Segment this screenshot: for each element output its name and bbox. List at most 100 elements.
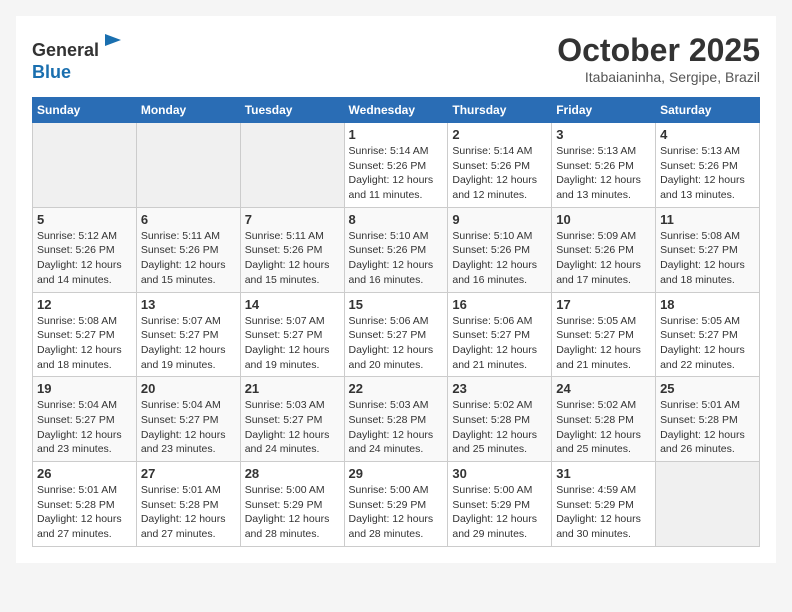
calendar-cell: 19 Sunrise: 5:04 AM Sunset: 5:27 PM Dayli… [33,377,137,462]
day-number: 13 [141,297,236,312]
day-number: 28 [245,466,340,481]
calendar: SundayMondayTuesdayWednesdayThursdayFrid… [32,97,760,547]
calendar-cell [136,123,240,208]
calendar-header-friday: Friday [552,98,656,123]
calendar-cell: 26 Sunrise: 5:01 AM Sunset: 5:28 PM Dayli… [33,462,137,547]
calendar-week-row: 26 Sunrise: 5:01 AM Sunset: 5:28 PM Dayli… [33,462,760,547]
day-number: 23 [452,381,547,396]
calendar-week-row: 19 Sunrise: 5:04 AM Sunset: 5:27 PM Dayli… [33,377,760,462]
day-info: Sunrise: 5:10 AM Sunset: 5:26 PM Dayligh… [452,229,547,288]
day-info: Sunrise: 5:00 AM Sunset: 5:29 PM Dayligh… [245,483,340,542]
calendar-week-row: 5 Sunrise: 5:12 AM Sunset: 5:26 PM Daylig… [33,207,760,292]
calendar-cell [656,462,760,547]
location: Itabaianinha, Sergipe, Brazil [557,69,760,85]
calendar-header-tuesday: Tuesday [240,98,344,123]
calendar-cell: 12Sunrise: 5:08 AM Sunset: 5:27 PM Dayli… [33,292,137,377]
day-info: Sunrise: 5:03 AM Sunset: 5:27 PM Dayligh… [245,398,340,457]
day-number: 31 [556,466,651,481]
calendar-cell: 31Sunrise: 4:59 AM Sunset: 5:29 PM Dayli… [552,462,656,547]
calendar-header-sunday: Sunday [33,98,137,123]
calendar-cell: 20Sunrise: 5:04 AM Sunset: 5:27 PM Dayli… [136,377,240,462]
day-number: 6 [141,212,236,227]
logo-general: General [32,40,99,60]
day-info: Sunrise: 5:07 AM Sunset: 5:27 PM Dayligh… [141,314,236,373]
logo-blue: Blue [32,62,71,82]
month-title: October 2025 [557,32,760,69]
day-number: 10 [556,212,651,227]
calendar-cell [33,123,137,208]
calendar-cell: 24 Sunrise: 5:02 AM Sunset: 5:28 PM Dayli… [552,377,656,462]
day-info: Sunrise: 5:14 AM Sunset: 5:26 PM Dayligh… [349,144,444,203]
day-info: Sunrise: 5:05 AM Sunset: 5:27 PM Dayligh… [660,314,755,373]
day-number: 8 [349,212,444,227]
day-number: 17 [556,297,651,312]
calendar-cell: 7Sunrise: 5:11 AM Sunset: 5:26 PM Daylig… [240,207,344,292]
calendar-body: 1 Sunrise: 5:14 AM Sunset: 5:26 PM Daylig… [33,123,760,547]
calendar-week-row: 1 Sunrise: 5:14 AM Sunset: 5:26 PM Daylig… [33,123,760,208]
calendar-cell: 17 Sunrise: 5:05 AM Sunset: 5:27 PM Dayli… [552,292,656,377]
calendar-cell: 4Sunrise: 5:13 AM Sunset: 5:26 PM Daylig… [656,123,760,208]
day-number: 14 [245,297,340,312]
calendar-header-row: SundayMondayTuesdayWednesdayThursdayFrid… [33,98,760,123]
calendar-cell: 22 Sunrise: 5:03 AM Sunset: 5:28 PM Dayli… [344,377,448,462]
day-info: Sunrise: 5:01 AM Sunset: 5:28 PM Dayligh… [660,398,755,457]
day-info: Sunrise: 5:09 AM Sunset: 5:26 PM Dayligh… [556,229,651,288]
day-number: 21 [245,381,340,396]
day-info: Sunrise: 5:00 AM Sunset: 5:29 PM Dayligh… [349,483,444,542]
day-info: Sunrise: 5:04 AM Sunset: 5:27 PM Dayligh… [37,398,132,457]
day-number: 18 [660,297,755,312]
calendar-cell: 30 Sunrise: 5:00 AM Sunset: 5:29 PM Dayli… [448,462,552,547]
calendar-header-saturday: Saturday [656,98,760,123]
logo-flag-icon [101,32,125,56]
day-info: Sunrise: 5:06 AM Sunset: 5:27 PM Dayligh… [452,314,547,373]
day-info: Sunrise: 5:05 AM Sunset: 5:27 PM Dayligh… [556,314,651,373]
day-info: Sunrise: 5:01 AM Sunset: 5:28 PM Dayligh… [37,483,132,542]
day-number: 26 [37,466,132,481]
day-info: Sunrise: 5:01 AM Sunset: 5:28 PM Dayligh… [141,483,236,542]
calendar-cell: 14 Sunrise: 5:07 AM Sunset: 5:27 PM Dayli… [240,292,344,377]
calendar-cell: 5 Sunrise: 5:12 AM Sunset: 5:26 PM Daylig… [33,207,137,292]
calendar-cell: 16Sunrise: 5:06 AM Sunset: 5:27 PM Dayli… [448,292,552,377]
calendar-cell: 9Sunrise: 5:10 AM Sunset: 5:26 PM Daylig… [448,207,552,292]
title-block: October 2025 Itabaianinha, Sergipe, Braz… [557,32,760,85]
calendar-cell: 21 Sunrise: 5:03 AM Sunset: 5:27 PM Dayli… [240,377,344,462]
day-number: 24 [556,381,651,396]
day-number: 19 [37,381,132,396]
day-number: 30 [452,466,547,481]
logo: General Blue [32,32,125,83]
calendar-cell: 11Sunrise: 5:08 AM Sunset: 5:27 PM Dayli… [656,207,760,292]
day-info: Sunrise: 5:07 AM Sunset: 5:27 PM Dayligh… [245,314,340,373]
calendar-week-row: 12Sunrise: 5:08 AM Sunset: 5:27 PM Dayli… [33,292,760,377]
day-number: 22 [349,381,444,396]
day-info: Sunrise: 5:12 AM Sunset: 5:26 PM Dayligh… [37,229,132,288]
calendar-cell: 29 Sunrise: 5:00 AM Sunset: 5:29 PM Dayli… [344,462,448,547]
day-info: Sunrise: 5:13 AM Sunset: 5:26 PM Dayligh… [556,144,651,203]
day-info: Sunrise: 5:06 AM Sunset: 5:27 PM Dayligh… [349,314,444,373]
day-number: 2 [452,127,547,142]
day-number: 3 [556,127,651,142]
day-info: Sunrise: 5:03 AM Sunset: 5:28 PM Dayligh… [349,398,444,457]
day-info: Sunrise: 5:14 AM Sunset: 5:26 PM Dayligh… [452,144,547,203]
calendar-header-thursday: Thursday [448,98,552,123]
day-number: 11 [660,212,755,227]
day-info: Sunrise: 5:00 AM Sunset: 5:29 PM Dayligh… [452,483,547,542]
day-number: 29 [349,466,444,481]
page: General Blue October 2025 Itabaianinha, … [16,16,776,563]
header: General Blue October 2025 Itabaianinha, … [32,32,760,85]
day-info: Sunrise: 5:02 AM Sunset: 5:28 PM Dayligh… [556,398,651,457]
calendar-cell: 6Sunrise: 5:11 AM Sunset: 5:26 PM Daylig… [136,207,240,292]
day-number: 5 [37,212,132,227]
calendar-cell: 10 Sunrise: 5:09 AM Sunset: 5:26 PM Dayli… [552,207,656,292]
calendar-cell: 27Sunrise: 5:01 AM Sunset: 5:28 PM Dayli… [136,462,240,547]
calendar-cell: 8Sunrise: 5:10 AM Sunset: 5:26 PM Daylig… [344,207,448,292]
calendar-cell: 2 Sunrise: 5:14 AM Sunset: 5:26 PM Daylig… [448,123,552,208]
calendar-cell: 13 Sunrise: 5:07 AM Sunset: 5:27 PM Dayli… [136,292,240,377]
day-info: Sunrise: 5:13 AM Sunset: 5:26 PM Dayligh… [660,144,755,203]
day-number: 12 [37,297,132,312]
calendar-cell [240,123,344,208]
day-number: 15 [349,297,444,312]
day-number: 1 [349,127,444,142]
day-number: 20 [141,381,236,396]
calendar-header-wednesday: Wednesday [344,98,448,123]
day-info: Sunrise: 5:11 AM Sunset: 5:26 PM Dayligh… [245,229,340,288]
